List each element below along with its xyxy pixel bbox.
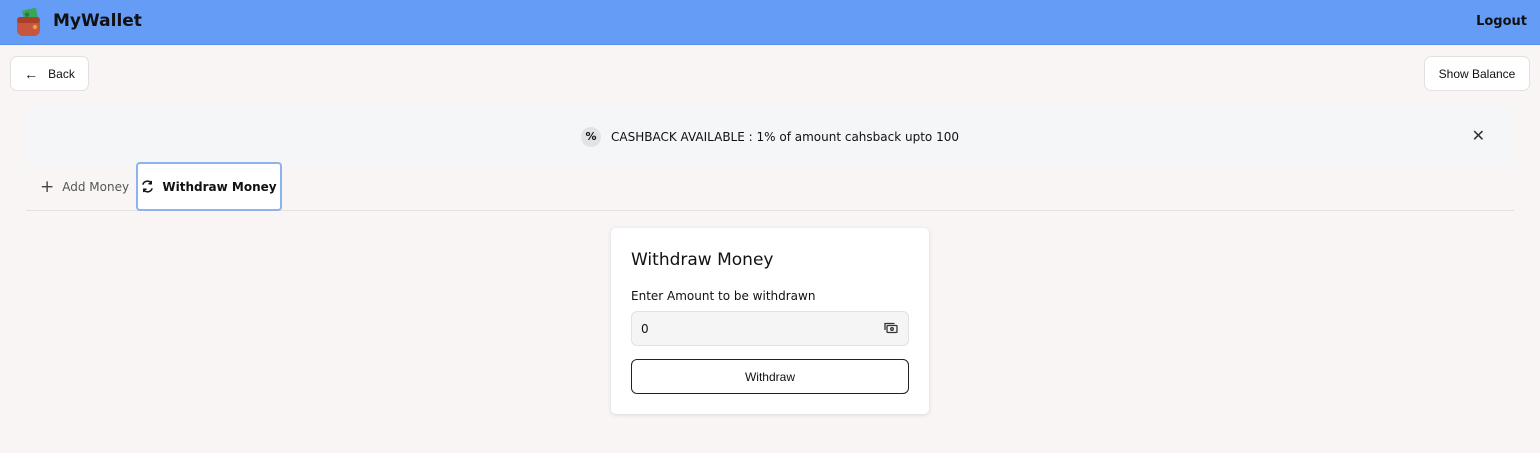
top-navbar: MyWallet Logout — [0, 0, 1540, 45]
arrow-left-icon: ← — [24, 65, 39, 82]
tab-add-money[interactable]: + Add Money — [40, 162, 129, 211]
cashback-text: CASHBACK AVAILABLE : 1% of amount cahsba… — [611, 129, 959, 144]
amount-input[interactable] — [632, 312, 872, 345]
amount-field — [631, 311, 909, 346]
tab-withdraw-money-label: Withdraw Money — [162, 179, 277, 194]
refresh-icon — [142, 180, 154, 193]
show-balance-label: Show Balance — [1438, 66, 1516, 81]
cashback-banner: % CASHBACK AVAILABLE : 1% of amount cahs… — [26, 108, 1514, 165]
card-title: Withdraw Money — [631, 250, 774, 270]
back-button-label: Back — [48, 66, 75, 81]
plus-icon: + — [40, 176, 55, 197]
cash-icon — [884, 322, 898, 334]
percent-icon: % — [581, 126, 601, 147]
amount-label: Enter Amount to be withdrawn — [631, 289, 816, 303]
brand-title: MyWallet — [53, 11, 142, 31]
wallet-icon — [17, 8, 40, 36]
close-icon[interactable]: ✕ — [1472, 127, 1485, 145]
withdraw-button-label: Withdraw — [744, 369, 795, 384]
tab-add-money-label: Add Money — [62, 179, 130, 194]
withdraw-card: Withdraw Money Enter Amount to be withdr… — [611, 228, 929, 414]
withdraw-button[interactable]: Withdraw — [631, 359, 909, 394]
logout-link[interactable]: Logout — [1476, 14, 1527, 29]
show-balance-button[interactable]: Show Balance — [1424, 56, 1530, 91]
money-tabs: + Add Money Withdraw Money — [26, 162, 1514, 211]
back-button[interactable]: ← Back — [10, 56, 89, 91]
tab-withdraw-money[interactable]: Withdraw Money — [136, 162, 282, 211]
